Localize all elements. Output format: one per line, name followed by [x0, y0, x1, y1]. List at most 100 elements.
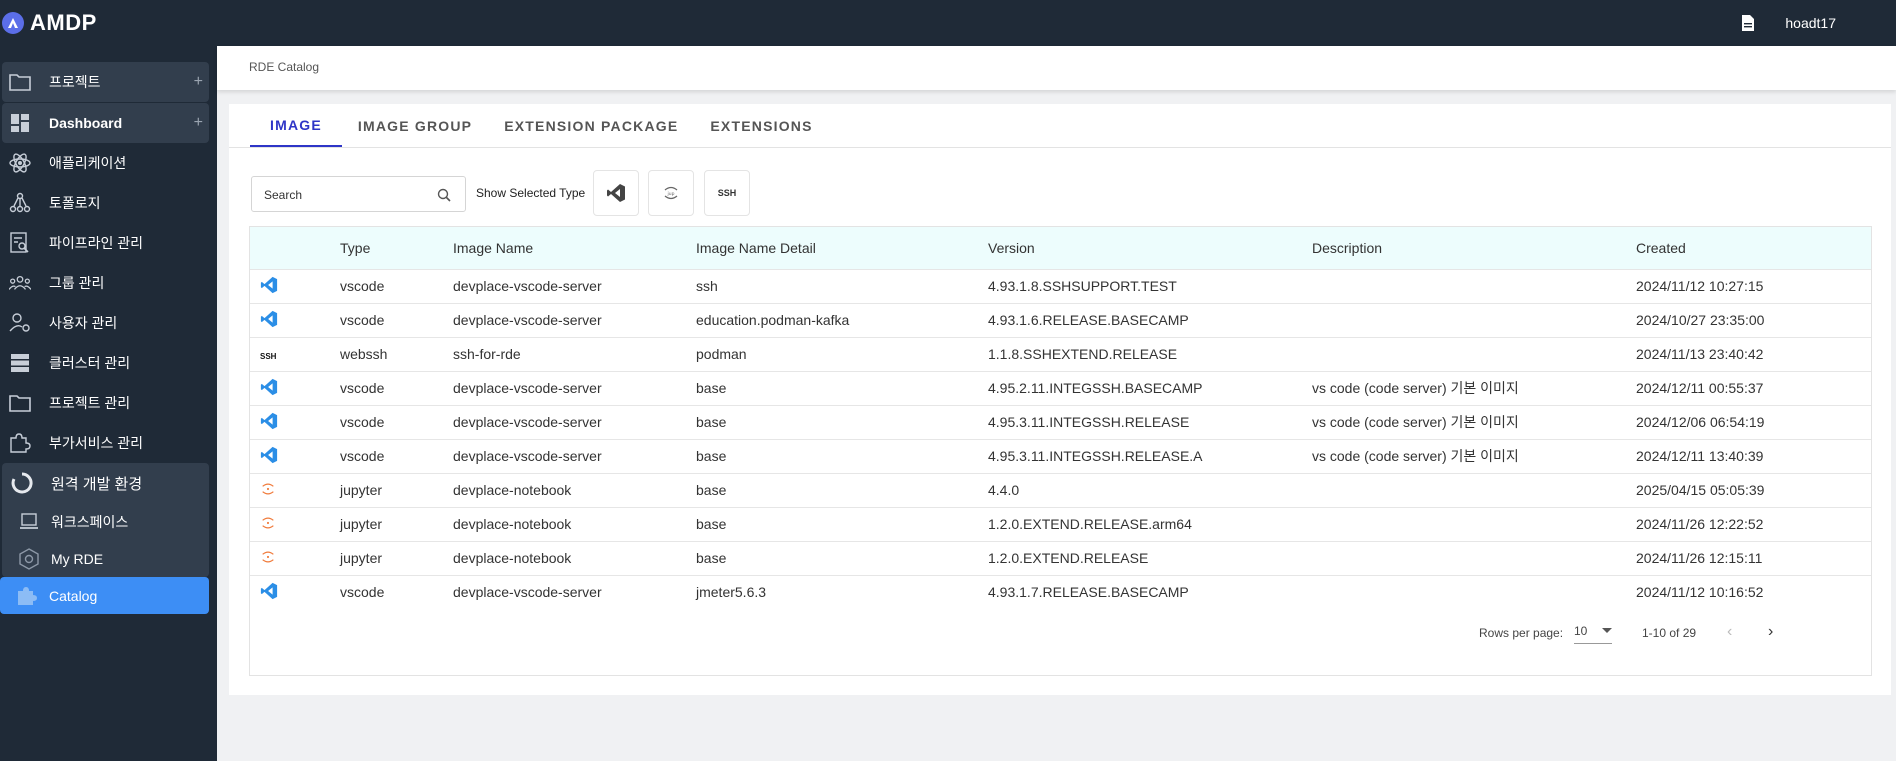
column-header-created[interactable]: Created [1636, 227, 1871, 269]
cell-type: jupyter [340, 482, 383, 498]
rows-per-page-select[interactable]: 10 [1574, 616, 1612, 644]
plus-icon[interactable]: + [194, 73, 203, 91]
app-title: AMDP [30, 10, 97, 35]
cell-description [1312, 575, 1636, 609]
cell-created: 2024/11/12 10:27:15 [1636, 278, 1764, 294]
ssh-icon: SSH [717, 188, 737, 198]
filter-ssh-button[interactable]: SSH [704, 170, 750, 216]
search-input[interactable]: Search [251, 176, 466, 212]
table-row[interactable]: vscode devplace-vscode-server jmeter5.6.3 4… [250, 575, 1871, 609]
row-type-icon [250, 541, 340, 575]
caret-down-icon [1602, 628, 1612, 633]
sidebar: 프로젝트 + Dashboard + 애플리케이션 토폴로지 파이프라인 관리 … [0, 46, 217, 761]
table-row[interactable]: jupyter devplace-notebook base 1.2.0.EXTEND… [250, 541, 1871, 575]
sidebar-item-clusters[interactable]: 클러스터 관리 [0, 343, 217, 383]
sidebar-item-catalog[interactable]: Catalog [0, 577, 209, 614]
topology-icon [9, 192, 31, 214]
cell-version: 4.4.0 [988, 482, 1020, 498]
column-header-type[interactable]: Type [340, 227, 453, 269]
cell-image-name-detail: jmeter5.6.3 [696, 584, 767, 601]
group-icon [9, 272, 31, 294]
table-row[interactable]: jupyter devplace-notebook base 1.2.0.EXTEND… [250, 507, 1871, 541]
sidebar-item-pipeline[interactable]: 파이프라인 관리 [0, 223, 217, 263]
vscode-icon [260, 378, 278, 395]
cell-created: 2024/10/27 23:35:00 [1636, 312, 1765, 328]
row-type-icon [250, 507, 340, 541]
cell-description [1312, 269, 1636, 303]
sidebar-item-dashboard[interactable]: Dashboard + [2, 103, 209, 143]
app-logo[interactable]: AMDP [2, 10, 97, 36]
column-header-version[interactable]: Version [988, 227, 1312, 269]
cell-description [1312, 507, 1636, 541]
cell-description: vs code (code server) 기본 이미지 [1312, 380, 1519, 396]
table-row[interactable]: vscode devplace-vscode-server base 4.95.2.1… [250, 371, 1871, 405]
cell-created: 2024/12/11 13:40:39 [1636, 448, 1764, 464]
rde-group: 원격 개발 환경 워크스페이스 My RDE [2, 463, 209, 577]
row-type-icon [250, 439, 340, 473]
sidebar-item-my-rde[interactable]: My RDE [2, 540, 209, 577]
next-page-button[interactable]: › [1768, 623, 1773, 641]
filter-jupyter-button[interactable]: jup [648, 170, 694, 216]
cell-image-name: ssh-for-rde [453, 346, 521, 362]
table-header-row: Type Image Name Image Name Detail Versio… [250, 227, 1871, 269]
cell-created: 2024/11/26 12:15:11 [1636, 550, 1763, 566]
pipeline-icon [9, 232, 31, 254]
tab-extension-package[interactable]: EXTENSION PACKAGE [492, 104, 698, 147]
column-header-image-name[interactable]: Image Name [453, 227, 696, 269]
cell-type: webssh [340, 346, 388, 362]
table-row[interactable]: vscode devplace-vscode-server base 4.95.3.1… [250, 439, 1871, 473]
table-row[interactable]: jupyter devplace-notebook base 4.4.0 2025/04… [250, 473, 1871, 507]
prev-page-button[interactable]: ‹ [1727, 623, 1732, 641]
vscode-icon [607, 184, 625, 202]
cell-image-name: devplace-vscode-server [453, 584, 602, 601]
filter-vscode-button[interactable] [593, 170, 639, 216]
table-row[interactable]: vscode devplace-vscode-server education.po… [250, 303, 1871, 337]
sidebar-item-applications[interactable]: 애플리케이션 [0, 143, 217, 183]
breadcrumb-bar: RDE Catalog [217, 46, 1896, 90]
cell-created: 2024/11/13 23:40:42 [1636, 346, 1764, 362]
cell-description [1312, 473, 1636, 507]
sidebar-item-topology[interactable]: 토폴로지 [0, 183, 217, 223]
plus-icon[interactable]: + [194, 114, 203, 132]
sidebar-item-groups[interactable]: 그룹 관리 [0, 263, 217, 303]
logo-icon [2, 12, 24, 34]
cell-created: 2025/04/15 05:05:39 [1636, 482, 1765, 498]
table-row[interactable]: SSH webssh ssh-for-rde podman 1.1.8.SSHEXTEN… [250, 337, 1871, 371]
loading-ring-icon [11, 472, 33, 494]
column-header-description[interactable]: Description [1312, 227, 1636, 269]
tab-extensions[interactable]: EXTENSIONS [698, 104, 832, 147]
jupyter-icon [262, 483, 274, 494]
row-type-icon [250, 303, 340, 337]
row-type-icon [250, 405, 340, 439]
catalog-card: IMAGE IMAGE GROUP EXTENSION PACKAGE EXTE… [229, 104, 1891, 695]
cell-version: 4.95.3.11.INTEGSSH.RELEASE [988, 414, 1190, 430]
document-icon[interactable] [1741, 15, 1755, 31]
vscode-icon [260, 412, 278, 429]
sidebar-item-rde[interactable]: 원격 개발 환경 [2, 463, 209, 503]
cell-image-name: devplace-vscode-server [453, 448, 602, 464]
table-row[interactable]: vscode devplace-vscode-server ssh 4.93.1.8.… [250, 269, 1871, 303]
user-name[interactable]: hoadt17 [1785, 15, 1836, 31]
cell-image-name: devplace-notebook [453, 516, 572, 532]
gear-cube-icon [18, 547, 40, 570]
tab-image[interactable]: IMAGE [250, 104, 342, 147]
tab-image-group[interactable]: IMAGE GROUP [342, 104, 492, 147]
jupyter-icon: jup [664, 186, 678, 200]
cell-image-name: devplace-vscode-server [453, 414, 602, 430]
folder-icon [9, 71, 31, 93]
breadcrumb: RDE Catalog [249, 60, 320, 74]
table-row[interactable]: vscode devplace-vscode-server base 4.95.3.1… [250, 405, 1871, 439]
svg-text:jup: jup [667, 191, 675, 197]
jupyter-icon [262, 517, 274, 528]
column-header-image-name-detail[interactable]: Image Name Detail [696, 227, 988, 269]
jupyter-icon [262, 551, 274, 562]
sidebar-item-addon-services[interactable]: 부가서비스 관리 [0, 423, 217, 463]
sidebar-item-users[interactable]: 사용자 관리 [0, 303, 217, 343]
sidebar-item-project-management[interactable]: 프로젝트 관리 [0, 383, 217, 423]
sidebar-item-workspace[interactable]: 워크스페이스 [2, 503, 209, 540]
sidebar-item-projects[interactable]: 프로젝트 + [2, 62, 209, 102]
cell-description [1312, 541, 1636, 575]
column-header-icon [250, 227, 340, 269]
cell-image-name-detail: ssh [696, 278, 718, 294]
cell-version: 1.1.8.SSHEXTEND.RELEASE [988, 346, 1178, 362]
